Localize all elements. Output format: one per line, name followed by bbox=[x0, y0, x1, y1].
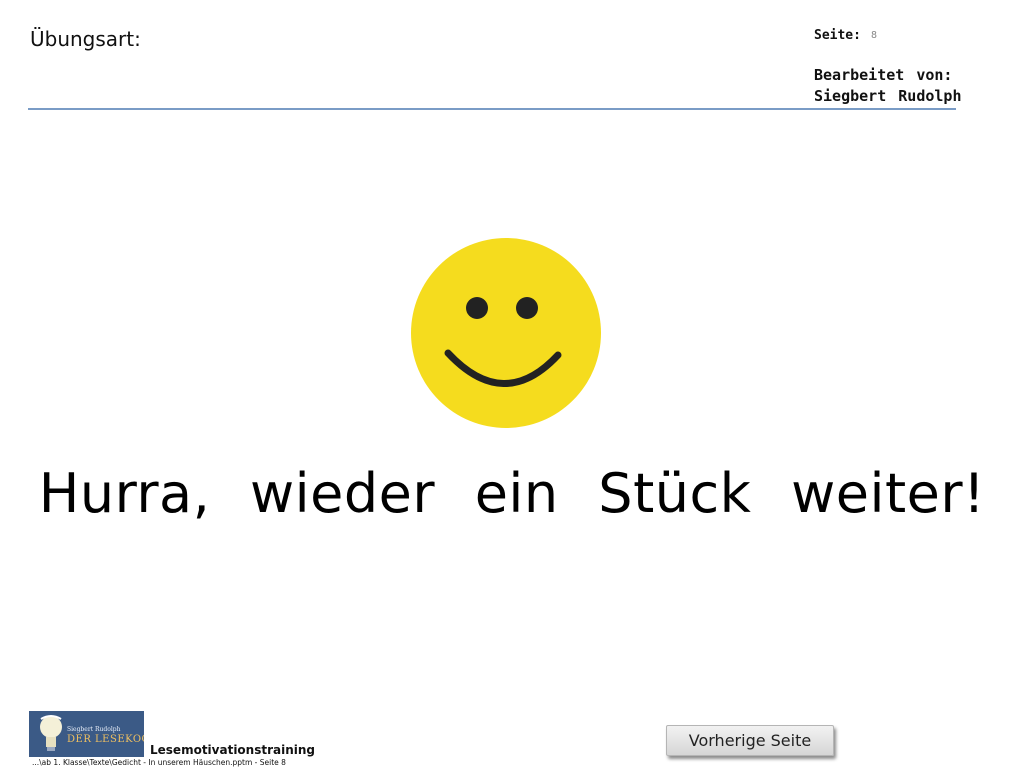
header-divider bbox=[28, 108, 956, 110]
exercise-type-label: Übungsart: bbox=[30, 27, 141, 51]
lightbulb-icon bbox=[40, 715, 62, 751]
footer-title: Lesemotivationstraining bbox=[150, 743, 316, 757]
smiley-face-icon bbox=[411, 238, 601, 428]
page-number: 8 bbox=[871, 30, 878, 41]
logo-brand: DER LESEKOCH bbox=[67, 734, 144, 745]
lesekoch-logo: Siegbert Rudolph DER LESEKOCH bbox=[29, 711, 144, 757]
editor-name: Siegbert Rudolph bbox=[814, 87, 962, 105]
file-path: ...\ab 1. Klasse\Texte\Gedicht - In unse… bbox=[32, 758, 286, 767]
motivation-message: Hurra, wieder ein Stück weiter! bbox=[38, 462, 986, 525]
logo-author: Siegbert Rudolph bbox=[67, 726, 121, 733]
page-label: Seite: bbox=[814, 28, 861, 43]
previous-page-button[interactable]: Vorherige Seite bbox=[666, 725, 834, 756]
editor-label: Bearbeitet von: bbox=[814, 66, 953, 84]
